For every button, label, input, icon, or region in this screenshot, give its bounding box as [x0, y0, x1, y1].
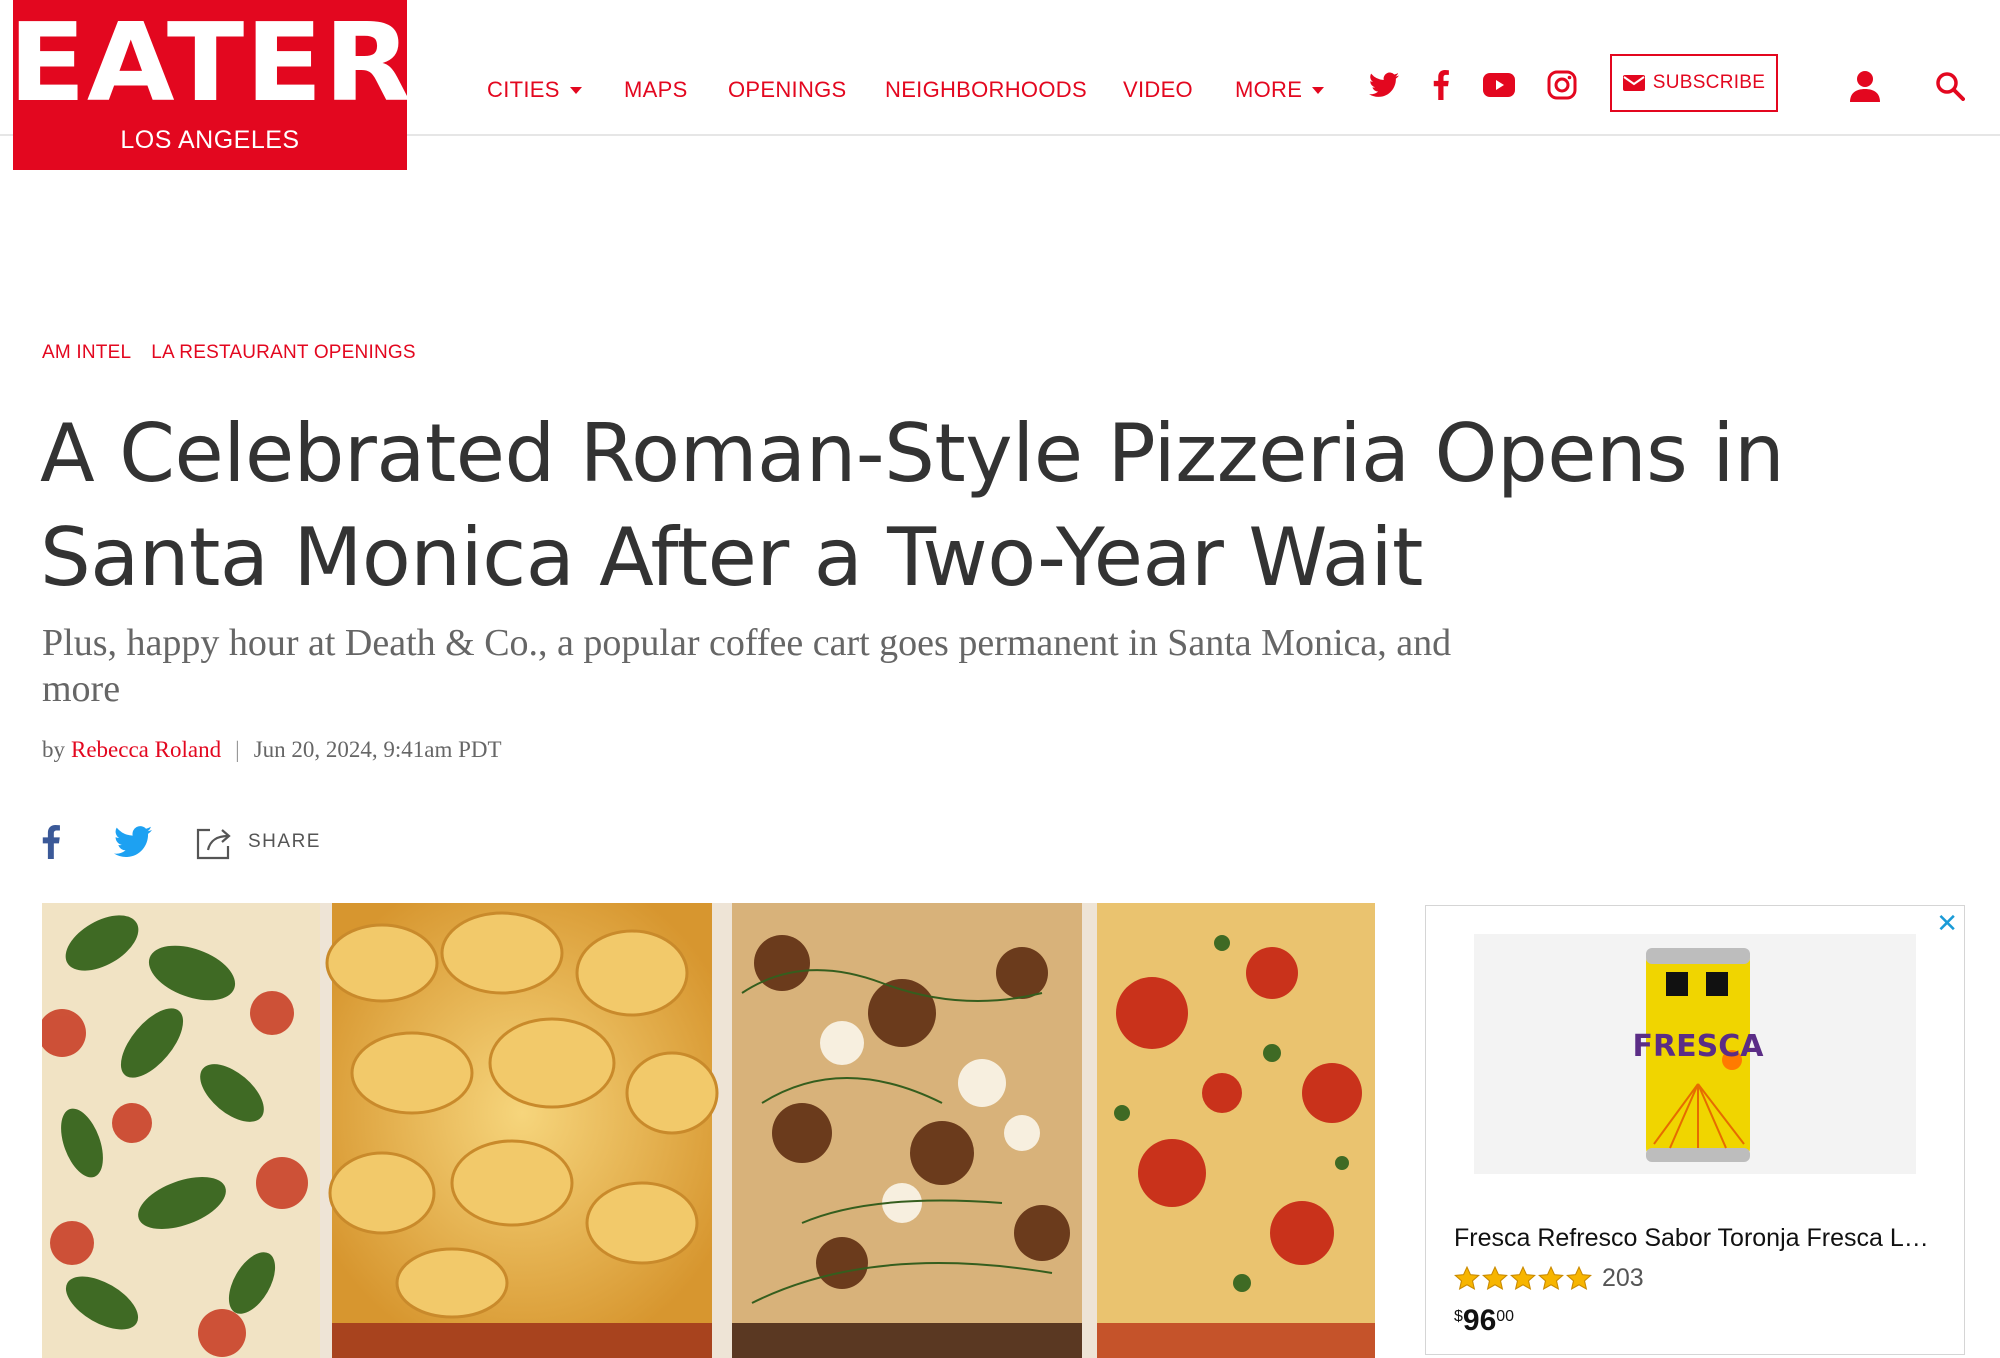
article-tags: AM INTEL LA RESTAURANT OPENINGS — [42, 342, 416, 364]
star-icon — [1566, 1265, 1592, 1290]
nav-openings-label: OPENINGS — [728, 77, 847, 102]
tag-am-intel[interactable]: AM INTEL — [42, 342, 131, 364]
nav-openings[interactable]: OPENINGS — [728, 70, 847, 110]
fresca-can-image: FRESCA — [1633, 948, 1765, 1162]
publish-date: Jun 20, 2024, 9:41am PDT — [253, 737, 502, 762]
article-headline: A Celebrated Roman-Style Pizzeria Opens … — [40, 407, 1785, 604]
share-label: SHARE — [248, 831, 321, 852]
nav-video-label: VIDEO — [1123, 77, 1193, 102]
chevron-down-icon — [1312, 86, 1325, 94]
subscribe-button[interactable]: SUBSCRIBE — [1610, 54, 1778, 112]
byline-separator: | — [235, 737, 240, 762]
nav-video[interactable]: VIDEO — [1123, 70, 1193, 110]
article-dek: Plus, happy hour at Death & Co., a popul… — [42, 622, 1452, 710]
nav-maps[interactable]: MAPS — [624, 70, 688, 110]
price-whole: 96 — [1462, 1304, 1497, 1337]
share-facebook-button[interactable] — [42, 820, 60, 864]
site-header: EATER LOS ANGELES CITIES MAPS OPENINGS N… — [0, 0, 2000, 170]
nav-cities[interactable]: CITIES — [487, 70, 582, 110]
byline: by Rebecca Roland | Jun 20, 2024, 9:41am… — [42, 737, 502, 763]
star-icon — [1482, 1265, 1508, 1290]
ad-rating: 203 — [1454, 1264, 1644, 1293]
twitter-icon[interactable] — [1367, 68, 1401, 102]
tag-la-restaurant-openings[interactable]: LA RESTAURANT OPENINGS — [151, 342, 415, 364]
pizza-photo — [42, 903, 1375, 1358]
sponsored-ad[interactable]: ✕ FRESCA Fresca Refresco Sabor Toronja F… — [1425, 905, 1965, 1355]
facebook-icon[interactable] — [1424, 68, 1458, 102]
logo-city: LOS ANGELES — [120, 126, 300, 154]
nav-more[interactable]: MORE — [1235, 70, 1325, 110]
nav-neighborhoods-label: NEIGHBORHOODS — [885, 77, 1087, 102]
share-twitter-button[interactable] — [114, 820, 152, 864]
price-fraction: 00 — [1496, 1308, 1515, 1325]
nav-neighborhoods[interactable]: NEIGHBORHOODS — [885, 70, 1087, 110]
star-rating — [1454, 1265, 1592, 1292]
ad-product-image[interactable]: FRESCA — [1474, 934, 1916, 1174]
nav-maps-label: MAPS — [624, 77, 688, 102]
chevron-down-icon — [569, 86, 582, 94]
star-icon — [1510, 1265, 1536, 1290]
author-link[interactable]: Rebecca Roland — [71, 737, 221, 763]
search-icon[interactable] — [1932, 68, 1968, 104]
share-icon — [196, 828, 231, 860]
user-icon[interactable] — [1847, 68, 1883, 104]
mail-icon — [1622, 75, 1645, 91]
close-icon[interactable]: ✕ — [1936, 910, 1958, 936]
subscribe-label: SUBSCRIBE — [1652, 72, 1766, 93]
ad-price: $9600 — [1454, 1304, 1514, 1338]
facebook-icon — [42, 825, 60, 859]
youtube-icon[interactable] — [1482, 68, 1516, 102]
logo-wordmark: EATER — [8, 1, 412, 126]
nav-more-label: MORE — [1235, 77, 1303, 102]
star-icon — [1454, 1265, 1480, 1290]
can-label: FRESCA — [1633, 1029, 1765, 1064]
rating-count: 203 — [1602, 1264, 1644, 1292]
hero-image — [42, 903, 1375, 1358]
ad-title[interactable]: Fresca Refresco Sabor Toronja Fresca La.… — [1454, 1224, 1934, 1253]
price-currency: $ — [1454, 1308, 1463, 1325]
byline-prefix: by — [42, 737, 65, 762]
eater-logo[interactable]: EATER LOS ANGELES — [8, 0, 411, 170]
star-icon — [1538, 1265, 1564, 1290]
share-button[interactable]: SHARE — [194, 820, 321, 864]
twitter-icon — [114, 826, 152, 858]
nav-cities-label: CITIES — [487, 77, 560, 102]
instagram-icon[interactable] — [1545, 68, 1579, 102]
